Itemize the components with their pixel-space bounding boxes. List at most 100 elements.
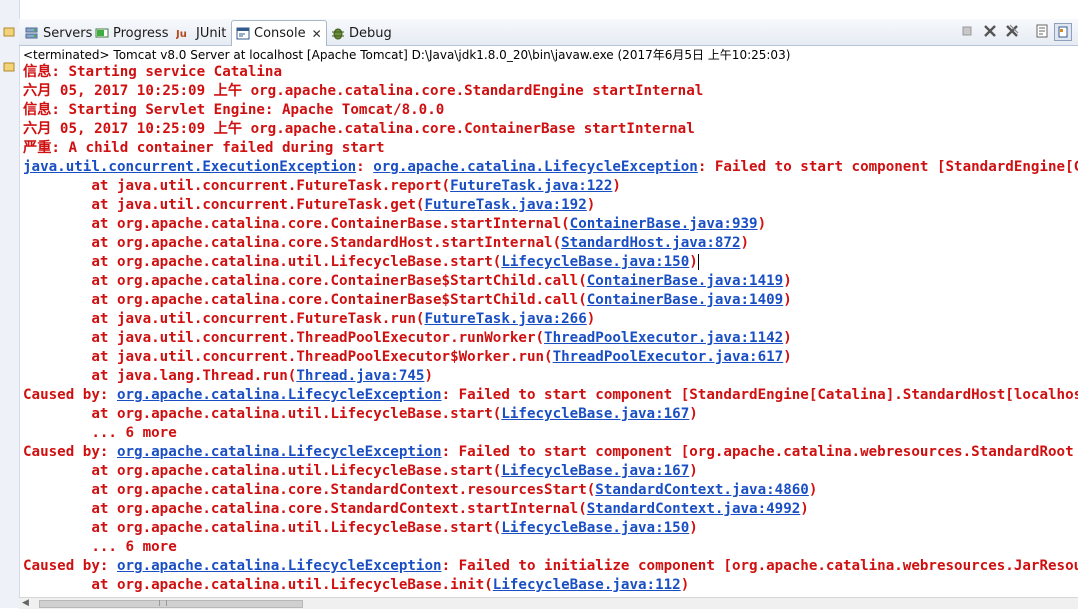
console-text: at org.apache.catalina.core.StandardHost… [23,235,562,251]
tab-junit[interactable]: Ju JUnit [175,22,227,44]
console-line: at org.apache.catalina.core.ContainerBas… [23,215,766,234]
stacktrace-link[interactable]: StandardContext.java:4992 [587,501,801,517]
stacktrace-link[interactable]: org.apache.catalina.LifecycleException [117,444,442,460]
text-cursor [697,254,699,270]
console-text: Caused by: [23,387,117,403]
console-text: ) [808,482,818,498]
console-text: at java.util.concurrent.FutureTask.get( [23,197,425,213]
scrollbar-grip-icon [159,600,167,606]
stacktrace-link[interactable]: java.util.concurrent.ExecutionException [23,159,356,175]
console-text: ... 6 more [23,425,177,441]
stacktrace-link[interactable]: ContainerBase.java:1409 [587,292,783,308]
svg-text:Ju: Ju [176,29,187,40]
remove-all-terminated-icon[interactable] [1004,23,1020,39]
stacktrace-link[interactable]: org.apache.catalina.LifecycleException [373,159,698,175]
scrollbar-thumb[interactable] [39,600,303,608]
console-line: at org.apache.catalina.util.LifecycleBas… [23,576,689,595]
console-text: 信息: Starting service Catalina [23,64,282,80]
scroll-left-arrow-icon[interactable]: ◀ [22,598,29,608]
console-text: at org.apache.catalina.core.StandardCont… [23,501,587,517]
stacktrace-link[interactable]: org.apache.catalina.LifecycleException [117,387,442,403]
console-text: ... 6 more [23,539,177,555]
collapsed-view-icon[interactable] [3,57,15,72]
stacktrace-link[interactable]: Thread.java:745 [296,368,424,384]
console-text: ) [783,330,792,346]
console-text: ) [783,349,792,365]
console-text: ) [680,577,690,593]
terminate-icon[interactable] [959,23,975,39]
console-line: java.util.concurrent.ExecutionException:… [23,158,1078,177]
stacktrace-link[interactable]: FutureTask.java:266 [424,311,586,327]
console-text: : Failed to initialize component [org.ap… [441,558,1078,574]
close-icon[interactable]: ✕ [312,27,322,41]
stacktrace-link[interactable]: ThreadPoolExecutor.java:617 [553,349,784,365]
tab-debug[interactable]: Debug [331,22,392,44]
stacktrace-link[interactable]: LifecycleBase.java:112 [493,577,681,593]
stacktrace-link[interactable]: ContainerBase.java:1419 [587,273,783,289]
stacktrace-link[interactable]: org.apache.catalina.LifecycleException [117,558,442,574]
console-text: ) [740,235,750,251]
console-line: ... 6 more [23,424,177,443]
stacktrace-link[interactable]: LifecycleBase.java:167 [501,406,689,422]
console-line: at java.util.concurrent.ThreadPoolExecut… [23,329,792,348]
progress-icon [95,26,109,40]
console-output[interactable]: 信息: Starting service Catalina 六月 05, 2017… [19,63,1078,597]
console-text: 六月 05, 2017 10:25:09 上午 org.apache.catal… [23,83,704,99]
console-text: ) [800,501,809,517]
console-text: at org.apache.catalina.core.ContainerBas… [23,273,587,289]
stacktrace-link[interactable]: FutureTask.java:192 [424,197,586,213]
stacktrace-link[interactable]: ContainerBase.java:939 [570,216,758,232]
console-text: at org.apache.catalina.util.LifecycleBas… [23,577,493,593]
left-panel-strip [0,0,20,608]
console-line: 信息: Starting Servlet Engine: Apache Tomc… [23,101,444,120]
console-text: ) [783,292,792,308]
tab-servers[interactable]: Servers [25,22,92,44]
pin-console-icon[interactable] [1054,23,1072,41]
console-line: Caused by: org.apache.catalina.Lifecycle… [23,443,1074,462]
console-text: : Failed to start component [org.apache.… [441,444,1074,460]
console-text: ) [689,463,698,479]
console-line: 六月 05, 2017 10:25:09 上午 org.apache.catal… [23,82,703,101]
stacktrace-link[interactable]: LifecycleBase.java:167 [501,463,689,479]
tab-label: Console [254,26,306,41]
console-line: ... 6 more [23,538,177,557]
console-text: at org.apache.catalina.util.LifecycleBas… [23,463,502,479]
console-line: at java.util.concurrent.ThreadPoolExecut… [23,348,792,367]
stacktrace-link[interactable]: LifecycleBase.java:150 [501,520,689,536]
console-line: at java.util.concurrent.FutureTask.repor… [23,177,621,196]
collapsed-view-icon[interactable] [3,22,15,37]
stacktrace-link[interactable]: StandardContext.java:4860 [595,482,809,498]
console-text: at java.util.concurrent.FutureTask.run( [23,311,425,327]
console-line: Caused by: org.apache.catalina.Lifecycle… [23,386,1078,405]
remove-launch-icon[interactable] [982,23,998,39]
console-line: at java.lang.Thread.run(Thread.java:745) [23,367,433,386]
console-line: at org.apache.catalina.util.LifecycleBas… [23,405,698,424]
console-text: at java.lang.Thread.run( [23,368,297,384]
console-text: at java.util.concurrent.ThreadPoolExecut… [23,330,545,346]
stacktrace-link[interactable]: FutureTask.java:122 [450,178,612,194]
console-line: Caused by: org.apache.catalina.Lifecycle… [23,557,1078,576]
tab-console[interactable]: Console ✕ [231,20,327,46]
scroll-lock-icon[interactable] [1034,23,1050,39]
console-text: ) [586,197,596,213]
stacktrace-link[interactable]: LifecycleBase.java:150 [501,254,689,270]
console-text: ) [689,254,698,270]
view-tab-bar: Servers Progress Ju JUnit Console ✕ Debu… [19,19,1078,46]
console-line: at org.apache.catalina.util.LifecycleBas… [23,253,699,272]
console-text: at org.apache.catalina.core.ContainerBas… [23,292,587,308]
stacktrace-link[interactable]: StandardHost.java:872 [561,235,740,251]
tab-progress[interactable]: Progress [95,22,168,44]
console-text: ) [689,520,698,536]
console-text: ) [757,216,767,232]
horizontal-scrollbar[interactable]: ◀ [19,597,1078,609]
console-text: : Failed to start component [StandardEng… [441,387,1078,403]
console-text: ) [689,406,698,422]
console-text: ) [586,311,596,327]
tab-label: Progress [113,25,169,41]
stacktrace-link[interactable]: ThreadPoolExecutor.java:1142 [544,330,783,346]
console-text: at org.apache.catalina.core.ContainerBas… [23,216,570,232]
tab-label: JUnit [196,25,227,41]
console-text: 六月 05, 2017 10:25:09 上午 org.apache.catal… [23,121,695,137]
tab-label: Debug [349,25,392,41]
console-line: at java.util.concurrent.FutureTask.get(F… [23,196,595,215]
